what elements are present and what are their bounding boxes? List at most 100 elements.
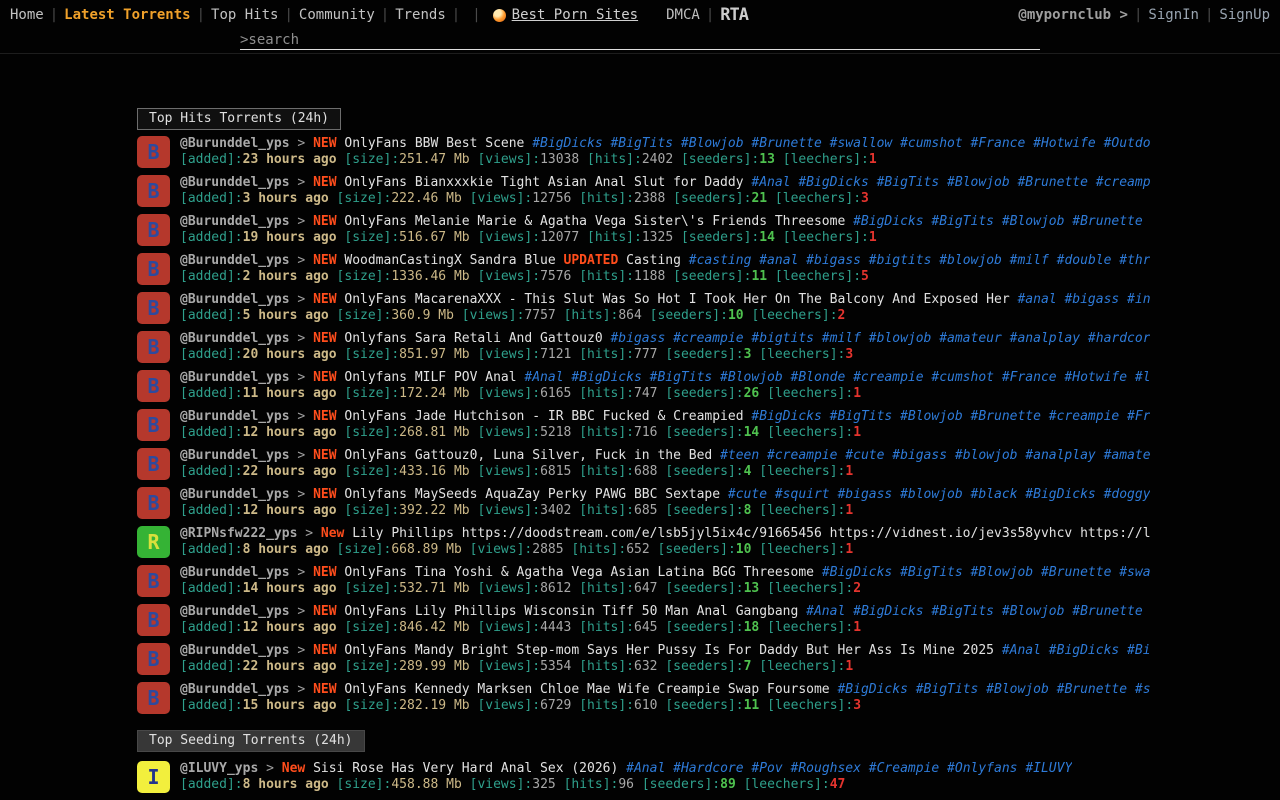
best-porn-sites-icon (493, 9, 506, 22)
torrent-title-line[interactable]: @Burunddel_yps > NEW OnlyFans Melanie Ma… (180, 214, 1150, 230)
hashtags[interactable]: #anal #bigass #interrac… (1017, 292, 1150, 307)
new-badge: NEW (313, 370, 336, 385)
torrent-title[interactable]: Sisi Rose Has Very Hard Anal Sex (2026) (313, 761, 618, 776)
uploader-avatar[interactable]: B (137, 253, 170, 285)
torrent-title[interactable]: OnlyFans Gattouz0, Luna Silver, Fuck in … (344, 448, 712, 463)
uploader-name[interactable]: @Burunddel_yps (180, 253, 290, 268)
hashtags[interactable]: #BigDicks #BigTits #Blowjob #Brunette #s… (853, 214, 1150, 229)
uploader-name[interactable]: @Burunddel_yps (180, 604, 290, 619)
uploader-avatar[interactable]: B (137, 682, 170, 714)
torrent-title[interactable]: Onlyfans Sara Retali And Gattouz0 (344, 331, 602, 346)
uploader-avatar[interactable]: B (137, 292, 170, 324)
torrent-title[interactable]: OnlyFans Lily Phillips Wisconsin Tiff 50… (344, 604, 798, 619)
torrent-stats-line: [added]:14 hours ago [size]:532.71 Mb [v… (180, 581, 1150, 597)
hashtags[interactable]: #casting #anal #bigass #bigtits #blowjob… (689, 253, 1150, 268)
uploader-avatar[interactable]: B (137, 175, 170, 207)
hashtags[interactable]: #Anal #BigDicks #BigTits #Blowjob #Blond… (524, 370, 1150, 385)
hashtags[interactable]: #teen #creampie #cute #bigass #blowjob #… (720, 448, 1150, 463)
torrent-title[interactable]: OnlyFans Kennedy Marksen Chloe Mae Wife … (344, 682, 829, 697)
torrent-title-line[interactable]: @Burunddel_yps > NEW OnlyFans Gattouz0, … (180, 448, 1150, 464)
uploader-name[interactable]: @Burunddel_yps (180, 448, 290, 463)
torrent-title[interactable]: OnlyFans Mandy Bright Step-mom Says Her … (344, 643, 994, 658)
signin-link[interactable]: SignIn (1148, 7, 1199, 23)
nav-top-hits[interactable]: Top Hits (211, 7, 278, 23)
uploader-name[interactable]: @Burunddel_yps (180, 292, 290, 307)
torrent-title-line[interactable]: @Burunddel_yps > NEW WoodmanCastingX San… (180, 253, 1150, 269)
torrent-title[interactable]: OnlyFans MacarenaXXX - This Slut Was So … (344, 292, 1009, 307)
torrent-title[interactable]: Onlyfans MILF POV Anal (344, 370, 516, 385)
uploader-name[interactable]: @Burunddel_yps (180, 136, 290, 151)
hashtags[interactable]: #bigass #creampie #bigtits #milf #blowjo… (610, 331, 1150, 346)
torrent-title[interactable]: OnlyFans Jade Hutchison - IR BBC Fucked … (344, 409, 743, 424)
nav-best-porn-sites[interactable]: Best Porn Sites (512, 7, 638, 23)
torrent-title[interactable]: Onlyfans MaySeeds AquaZay Perky PAWG BBC… (344, 487, 720, 502)
uploader-avatar[interactable]: B (137, 409, 170, 441)
torrent-title-line[interactable]: @Burunddel_yps > NEW Onlyfans MaySeeds A… (180, 487, 1150, 503)
uploader-name[interactable]: @ILUVY_yps (180, 761, 258, 776)
hashtags[interactable]: #BigDicks #BigTits #Blowjob #Brunette #c… (751, 409, 1150, 424)
torrent-title[interactable]: OnlyFans Bianxxxkie Tight Asian Anal Slu… (344, 175, 743, 190)
uploader-avatar[interactable]: I (137, 761, 170, 793)
nav-home[interactable]: Home (10, 7, 44, 23)
torrent-title-line[interactable]: @Burunddel_yps > NEW Onlyfans MILF POV A… (180, 370, 1150, 386)
torrent-title-line[interactable]: @Burunddel_yps > NEW OnlyFans Bianxxxkie… (180, 175, 1150, 191)
signup-link[interactable]: SignUp (1219, 7, 1270, 23)
uploader-name[interactable]: @Burunddel_yps (180, 331, 290, 346)
hashtags[interactable]: #Anal #BigDicks #BigTits #Blowjob #Brune… (751, 175, 1150, 190)
uploader-name[interactable]: @Burunddel_yps (180, 370, 290, 385)
torrent-title-line[interactable]: @Burunddel_yps > NEW OnlyFans Kennedy Ma… (180, 682, 1150, 698)
torrent-title[interactable]: OnlyFans Tina Yoshi & Agatha Vega Asian … (344, 565, 814, 580)
torrent-title[interactable]: OnlyFans BBW Best Scene (344, 136, 524, 151)
nav-trends[interactable]: Trends (395, 7, 446, 23)
torrent-title-line[interactable]: @Burunddel_yps > NEW OnlyFans Jade Hutch… (180, 409, 1150, 425)
stat-value-seeders: 7 (744, 659, 752, 674)
uploader-avatar[interactable]: B (137, 331, 170, 363)
uploader-name[interactable]: @Burunddel_yps (180, 214, 290, 229)
torrent-title-line[interactable]: @ILUVY_yps > New Sisi Rose Has Very Hard… (180, 761, 1072, 777)
nav-dmca[interactable]: DMCA (666, 7, 700, 23)
torrent-title-line[interactable]: @Burunddel_yps > NEW OnlyFans MacarenaXX… (180, 292, 1150, 308)
torrent-row: B @Burunddel_yps > NEW OnlyFans Gattouz0,… (137, 448, 1150, 480)
uploader-avatar[interactable]: B (137, 487, 170, 519)
nav-latest-torrents[interactable]: Latest Torrents (64, 7, 190, 23)
uploader-name[interactable]: @RIPNsfw222_yps (180, 526, 297, 541)
uploader-name[interactable]: @Burunddel_yps (180, 487, 290, 502)
torrent-title-line[interactable]: @Burunddel_yps > NEW OnlyFans Lily Phill… (180, 604, 1150, 620)
stat-value-leechers: 3 (853, 698, 861, 713)
new-badge: NEW (313, 643, 336, 658)
uploader-name[interactable]: @Burunddel_yps (180, 175, 290, 190)
hashtags[interactable]: #BigDicks #BigTits #Blowjob #Brunette #s… (822, 565, 1150, 580)
search-input[interactable] (240, 30, 1040, 50)
hashtags[interactable]: #BigDicks #BigTits #Blowjob #Brunette #s… (837, 682, 1150, 697)
hashtags[interactable]: #Anal #Hardcore #Pov #Roughsex #Creampie… (626, 761, 1072, 776)
uploader-avatar[interactable]: B (137, 604, 170, 636)
uploader-avatar[interactable]: B (137, 448, 170, 480)
uploader-name[interactable]: @Burunddel_yps (180, 409, 290, 424)
torrent-title-line[interactable]: @Burunddel_yps > NEW OnlyFans BBW Best S… (180, 136, 1150, 152)
uploader-avatar[interactable]: R (137, 526, 170, 558)
hashtags[interactable]: #BigDicks #BigTits #Blowjob #Brunette #s… (532, 136, 1150, 151)
hashtags[interactable]: #Anal #BigDicks #BigTits #Blowjob #Brune… (806, 604, 1150, 619)
torrent-title-line[interactable]: @Burunddel_yps > NEW OnlyFans Mandy Brig… (180, 643, 1150, 659)
uploader-avatar[interactable]: B (137, 136, 170, 168)
uploader-avatar[interactable]: B (137, 565, 170, 597)
torrent-title[interactable]: OnlyFans Melanie Marie & Agatha Vega Sis… (344, 214, 845, 229)
torrent-title[interactable]: WoodmanCastingX Sandra Blue (344, 253, 555, 268)
torrent-title[interactable]: Lily Phillips https://doodstream.com/e/l… (352, 526, 1150, 541)
nav-community[interactable]: Community (299, 7, 375, 23)
stat-label-size: [size]: (344, 698, 399, 713)
account-label[interactable]: @mypornclub (1018, 7, 1111, 23)
hashtags[interactable]: #Anal #BigDicks #BigTits … (1002, 643, 1150, 658)
torrent-title-line[interactable]: @Burunddel_yps > NEW OnlyFans Tina Yoshi… (180, 565, 1150, 581)
uploader-name[interactable]: @Burunddel_yps (180, 565, 290, 580)
stat-label-hits: [hits]: (579, 698, 634, 713)
uploader-avatar[interactable]: B (137, 643, 170, 675)
torrent-title-line[interactable]: @RIPNsfw222_yps > New Lily Phillips http… (180, 526, 1150, 542)
hashtags[interactable]: #cute #squirt #bigass #blowjob #black #B… (728, 487, 1150, 502)
uploader-name[interactable]: @Burunddel_yps (180, 682, 290, 697)
uploader-name[interactable]: @Burunddel_yps (180, 643, 290, 658)
torrent-title[interactable]: Casting (626, 253, 681, 268)
torrent-title-line[interactable]: @Burunddel_yps > NEW Onlyfans Sara Retal… (180, 331, 1150, 347)
uploader-avatar[interactable]: B (137, 214, 170, 246)
uploader-avatar[interactable]: B (137, 370, 170, 402)
